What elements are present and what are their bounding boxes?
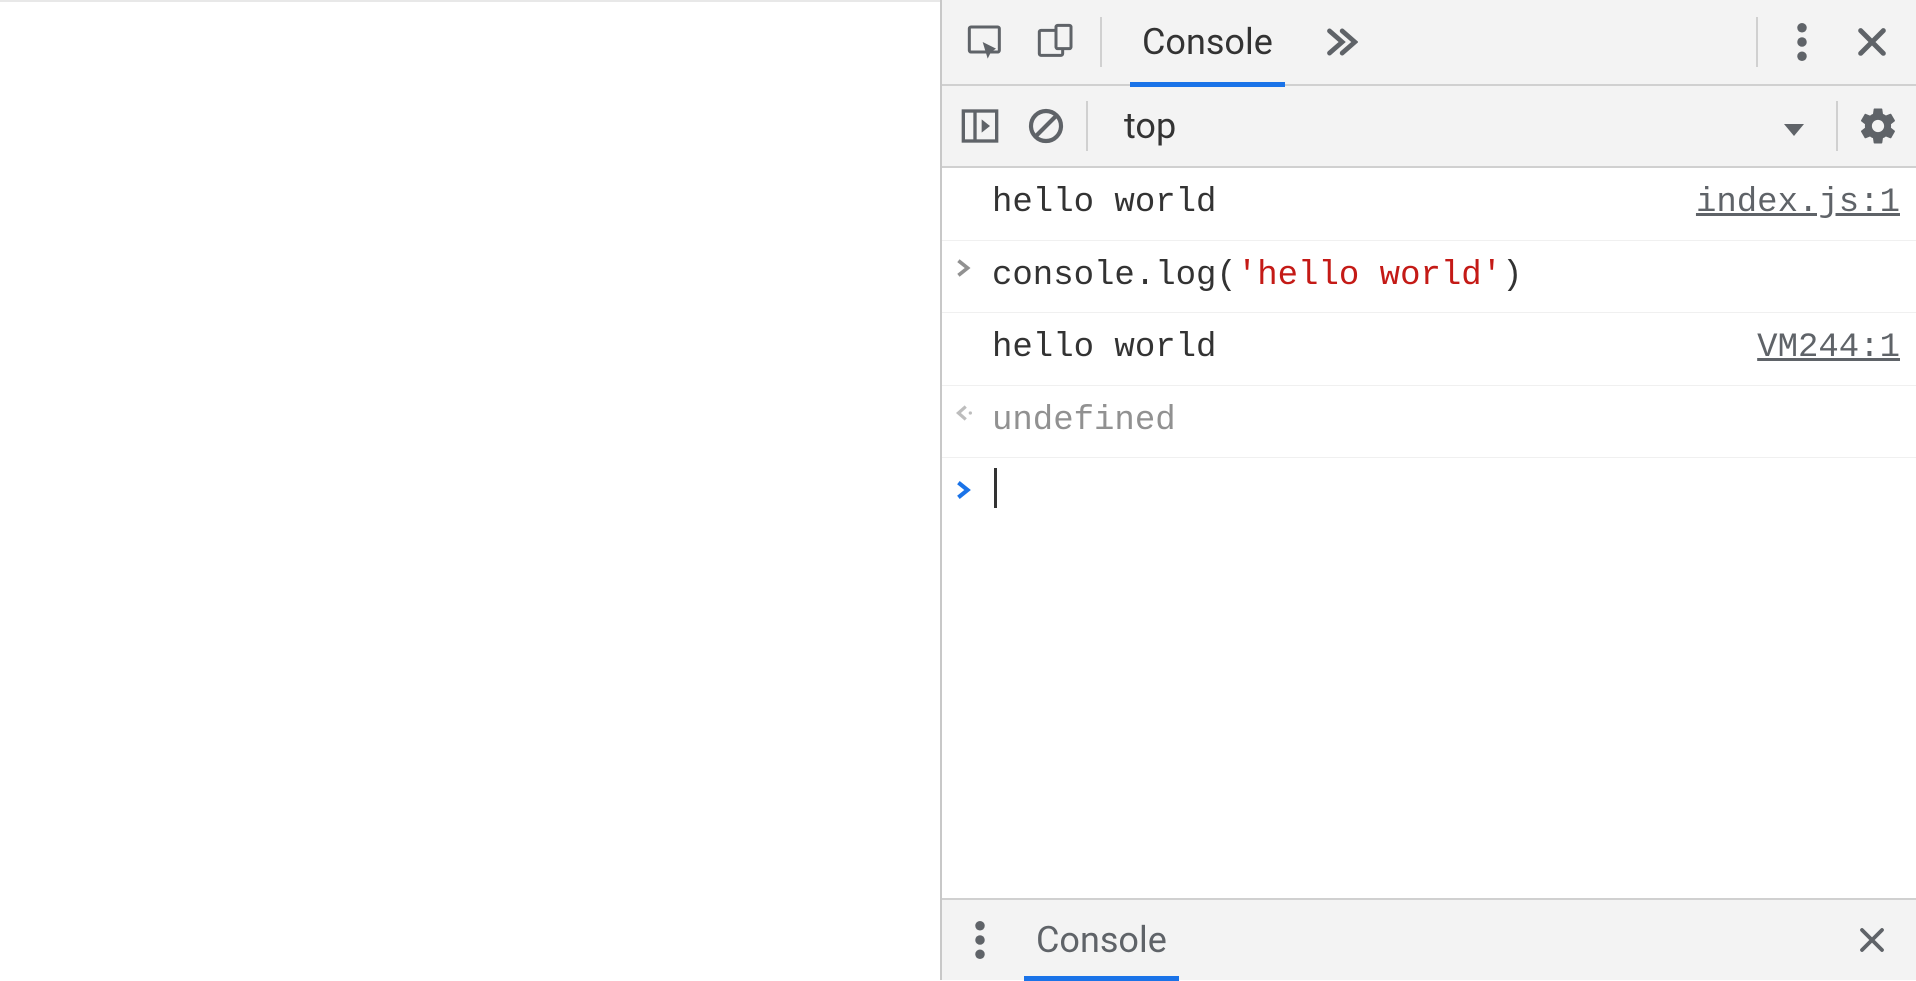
console-toolbar: top: [942, 86, 1916, 168]
toolbar-divider: [1086, 101, 1088, 151]
log-source-link[interactable]: VM244:1: [1745, 325, 1900, 373]
close-drawer-button[interactable]: [1846, 914, 1898, 966]
result-value: undefined: [992, 398, 1900, 446]
clear-console-button[interactable]: [1020, 100, 1072, 152]
devtools-menu-button[interactable]: [1776, 16, 1828, 68]
code-paren: ): [1502, 257, 1522, 295]
toolbar-divider: [1836, 101, 1838, 151]
row-spacer: [952, 180, 992, 184]
toolbar-divider: [1100, 17, 1102, 67]
tab-label: Console: [1142, 21, 1273, 63]
console-log-row: hello world index.js:1: [942, 168, 1916, 241]
text-cursor: [994, 468, 997, 508]
console-input-row: console.log('hello world'): [942, 241, 1916, 314]
console-log-row: hello world VM244:1: [942, 313, 1916, 386]
chevron-right-icon: [952, 475, 992, 501]
code-function: console.log(: [992, 257, 1237, 295]
row-spacer: [952, 325, 992, 329]
console-settings-button[interactable]: [1852, 100, 1904, 152]
console-result-row: undefined: [942, 386, 1916, 459]
console-output[interactable]: hello world index.js:1 console.log('hell…: [942, 168, 1916, 898]
execution-context-selector[interactable]: top: [1108, 96, 1822, 156]
log-message: hello world: [992, 325, 1745, 373]
console-prompt[interactable]: [942, 458, 1916, 518]
toolbar-divider: [1756, 17, 1758, 67]
chevron-down-icon: [1782, 105, 1806, 147]
toggle-console-sidebar-button[interactable]: [954, 100, 1006, 152]
code-string: 'hello world': [1237, 257, 1502, 295]
drawer-menu-button[interactable]: [960, 914, 1000, 966]
device-toolbar-button[interactable]: [1030, 16, 1082, 68]
more-tabs-button[interactable]: [1313, 16, 1365, 68]
inspect-element-button[interactable]: [960, 16, 1012, 68]
browser-page-content: [0, 0, 940, 980]
result-arrow-icon: [952, 398, 992, 424]
input-code: console.log('hello world'): [992, 253, 1900, 301]
log-message: hello world: [992, 180, 1684, 228]
devtools-main-toolbar: Console: [942, 0, 1916, 86]
drawer-tab-label: Console: [1036, 919, 1167, 961]
tab-console[interactable]: Console: [1120, 0, 1295, 85]
close-devtools-button[interactable]: [1846, 16, 1898, 68]
devtools-panel: Console: [940, 0, 1916, 980]
devtools-drawer: Console: [942, 898, 1916, 980]
log-source-link[interactable]: index.js:1: [1684, 180, 1900, 228]
chevron-right-icon: [952, 253, 992, 279]
drawer-tab-console[interactable]: Console: [1022, 899, 1181, 981]
context-label: top: [1124, 105, 1176, 147]
